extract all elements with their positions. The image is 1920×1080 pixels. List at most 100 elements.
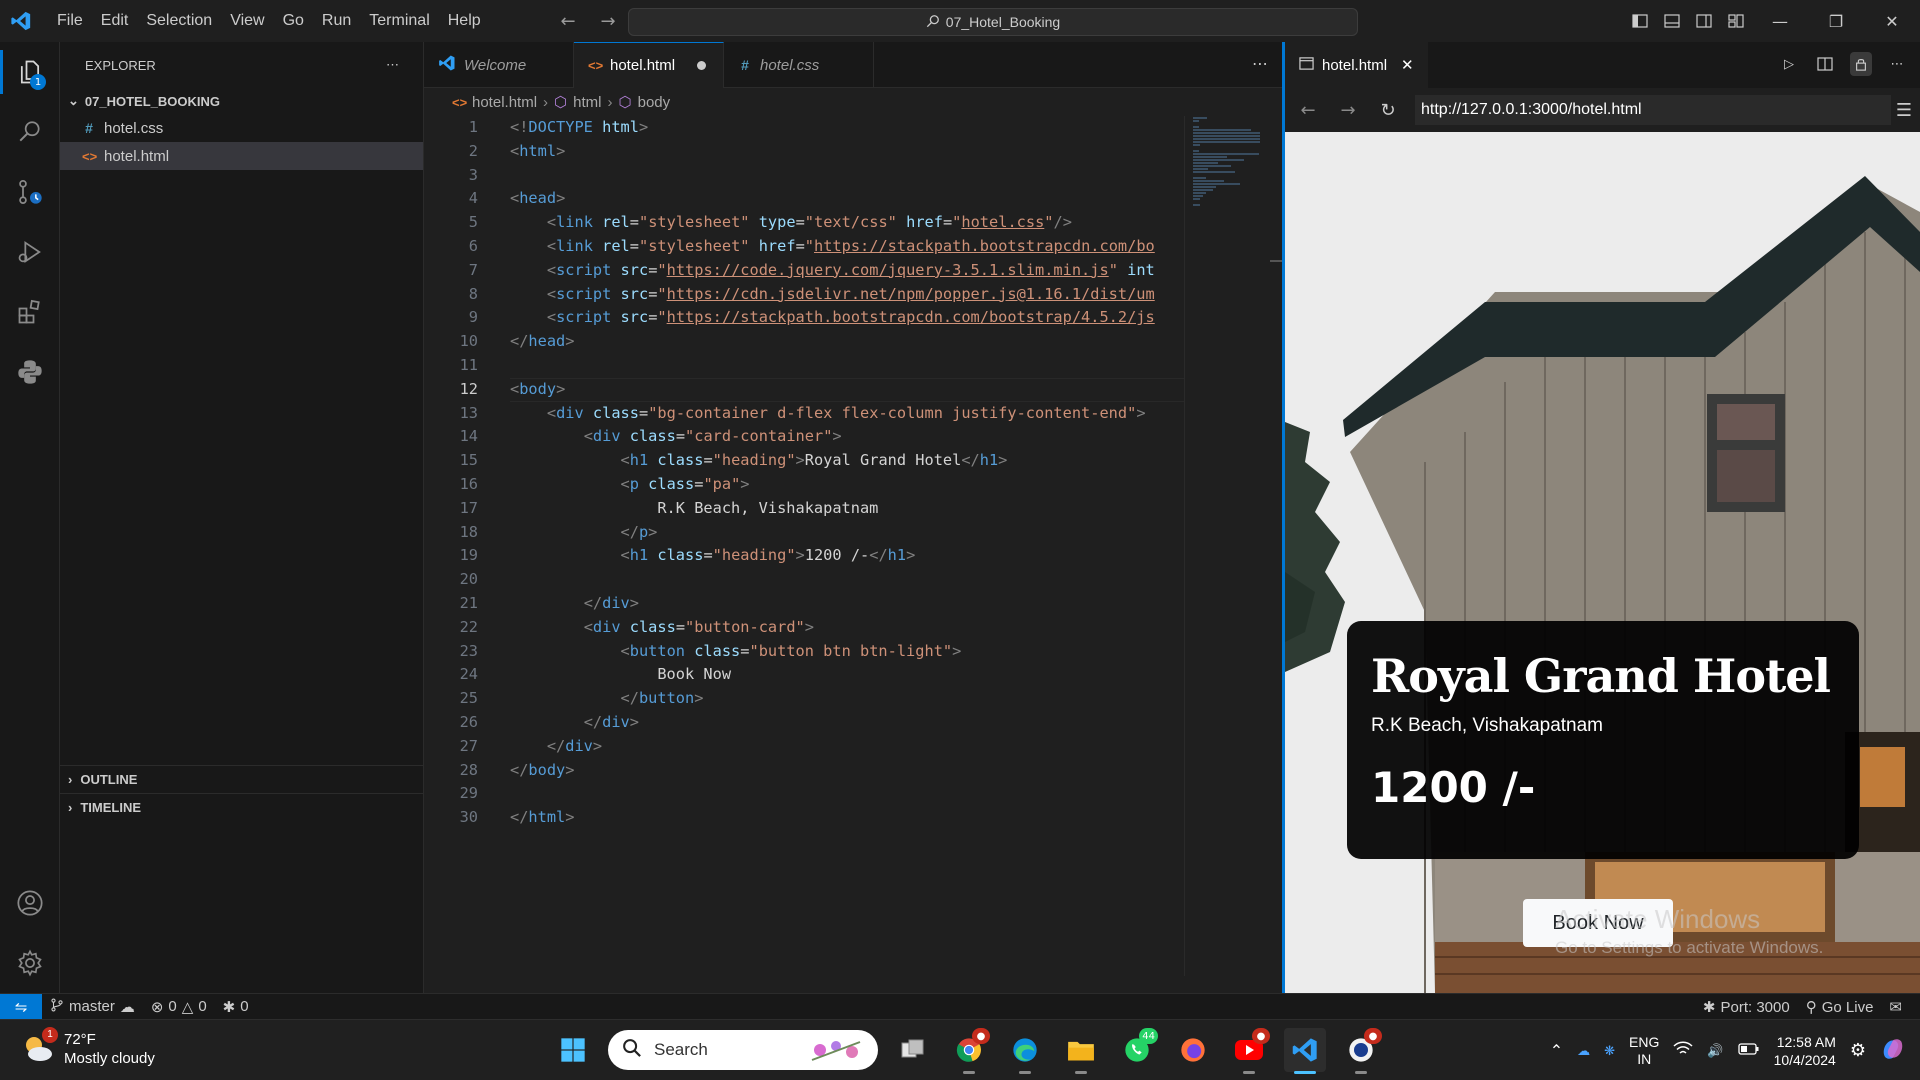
file-explorer-icon[interactable] [1060, 1028, 1102, 1074]
code-line[interactable]: 30 </html> [424, 806, 1184, 830]
code-line[interactable]: 28 </body> [424, 759, 1184, 783]
code-editor[interactable]: 1 <!DOCTYPE html> 2 <html> 3 4 <head> 5 <link r… [424, 116, 1184, 976]
menu-selection[interactable]: Selection [137, 0, 221, 42]
timeline-section[interactable]: › TIMELINE [60, 793, 424, 821]
task-view-icon[interactable] [892, 1028, 934, 1072]
code-line[interactable]: 21 </div> [424, 592, 1184, 616]
close-icon[interactable]: ✕ [1401, 56, 1414, 74]
menu-help[interactable]: Help [439, 0, 490, 42]
code-line[interactable]: 18 </p> [424, 521, 1184, 545]
more-actions-icon[interactable]: ⋯ [1886, 52, 1908, 76]
run-icon[interactable]: ▷ [1778, 52, 1800, 76]
code-line[interactable]: 6 <link rel="stylesheet" href="https://s… [424, 235, 1184, 259]
menu-edit[interactable]: Edit [92, 0, 138, 42]
code-line[interactable]: 22 <div class="button-card"> [424, 616, 1184, 640]
code-line[interactable]: 2 <html> [424, 140, 1184, 164]
copilot-icon[interactable] [1880, 1036, 1906, 1065]
taskbar-search-box[interactable]: Search [608, 1030, 878, 1070]
customize-layout-icon[interactable] [1720, 0, 1752, 42]
wifi-icon[interactable] [1673, 1041, 1693, 1060]
tab-welcome[interactable]: Welcome [424, 42, 574, 88]
code-line[interactable]: 23 <button class="button btn btn-light"> [424, 640, 1184, 664]
code-line[interactable]: 1 <!DOCTYPE html> [424, 116, 1184, 140]
code-line[interactable]: 8 <script src="https://cdn.jsdelivr.net/… [424, 283, 1184, 307]
menu-file[interactable]: File [48, 0, 92, 42]
weather-widget[interactable]: 1 72°F Mostly cloudy [20, 1026, 155, 1068]
folder-header[interactable]: ⌄ 07_HOTEL_BOOKING [60, 88, 423, 114]
menu-go[interactable]: Go [274, 0, 313, 42]
code-line[interactable]: 26 </div> [424, 711, 1184, 735]
lock-icon[interactable] [1850, 52, 1872, 76]
forward-arrow-icon[interactable]: → [596, 8, 620, 34]
minimize-icon[interactable]: — [1752, 0, 1808, 42]
bluetooth-icon[interactable]: ❋ [1604, 1043, 1615, 1059]
branch-indicator[interactable]: master ☁ [42, 998, 143, 1016]
unsaved-dot-icon[interactable] [697, 61, 707, 70]
settings-tray-icon[interactable]: ⚙ [1850, 1040, 1866, 1061]
youtube-icon[interactable]: ● [1228, 1028, 1270, 1074]
battery-icon[interactable] [1737, 1042, 1760, 1059]
code-line[interactable]: 13 <div class="bg-container d-flex flex-… [424, 402, 1184, 426]
tab-actions-more-icon[interactable]: ⋯ [1252, 54, 1268, 73]
whatsapp-icon[interactable]: 44 [1116, 1028, 1158, 1072]
accounts-icon[interactable] [0, 873, 60, 933]
reload-icon[interactable]: ↻ [1375, 100, 1401, 121]
explorer-icon[interactable]: 1 [0, 42, 60, 102]
python-icon[interactable] [0, 342, 60, 402]
code-line[interactable]: 12 <body> [424, 377, 1184, 402]
tab-hotel-html[interactable]: <> hotel.html [574, 42, 724, 88]
settings-gear-icon[interactable] [0, 933, 60, 993]
hamburger-menu-icon[interactable]: ☰ [1896, 100, 1912, 121]
code-line[interactable]: 20 [424, 568, 1184, 592]
file-item-hotel-css[interactable]: # hotel.css [60, 114, 423, 142]
code-line[interactable]: 25 </button> [424, 687, 1184, 711]
vscode-taskbar-icon[interactable] [1284, 1028, 1326, 1074]
scrollbar-indicator[interactable] [1270, 260, 1282, 262]
split-editor-icon[interactable] [1814, 52, 1836, 76]
restore-icon[interactable]: ❐ [1808, 0, 1864, 42]
onedrive-cloud-icon[interactable]: ☁ [1577, 1043, 1590, 1059]
menu-view[interactable]: View [221, 0, 273, 42]
menu-terminal[interactable]: Terminal [360, 0, 438, 42]
code-line[interactable]: 16 <p class="pa"> [424, 473, 1184, 497]
extensions-icon[interactable] [0, 282, 60, 342]
toggle-panel-icon[interactable] [1656, 0, 1688, 42]
ports-indicator[interactable]: ✱ 0 [215, 998, 257, 1016]
url-input[interactable] [1415, 95, 1891, 125]
code-line[interactable]: 9 <script src="https://stackpath.bootstr… [424, 306, 1184, 330]
breadcrumb-item[interactable]: html [573, 94, 601, 111]
close-window-icon[interactable]: ✕ [1864, 0, 1920, 42]
volume-icon[interactable]: 🔊 [1707, 1043, 1723, 1059]
back-arrow-icon[interactable]: ← [556, 8, 580, 34]
minimap[interactable] [1184, 116, 1266, 976]
remote-indicator-icon[interactable]: ⇋ [0, 993, 42, 1020]
code-line[interactable]: 7 <script src="https://code.jquery.com/j… [424, 259, 1184, 283]
command-center[interactable]: 07_Hotel_Booking [628, 8, 1358, 36]
code-line[interactable]: 4 <head> [424, 187, 1184, 211]
code-line[interactable]: 3 [424, 164, 1184, 188]
live-port-indicator[interactable]: ✱ Port: 3000 [1695, 998, 1798, 1017]
language-indicator[interactable]: ENG IN [1629, 1034, 1659, 1068]
preview-back-icon[interactable]: ← [1295, 100, 1321, 121]
search-view-icon[interactable] [0, 102, 60, 162]
code-line[interactable]: 24 Book Now [424, 663, 1184, 687]
outline-section[interactable]: › OUTLINE [60, 765, 424, 793]
breadcrumb-item[interactable]: body [638, 94, 671, 111]
tab-hotel-css[interactable]: # hotel.css [724, 42, 874, 88]
chevron-up-icon[interactable]: ⌃ [1550, 1041, 1563, 1061]
code-line[interactable]: 14 <div class="card-container"> [424, 425, 1184, 449]
file-item-hotel-html[interactable]: <> hotel.html [60, 142, 423, 170]
code-line[interactable]: 11 [424, 354, 1184, 378]
toggle-secondary-sidebar-icon[interactable] [1688, 0, 1720, 42]
source-control-icon[interactable] [0, 162, 60, 222]
firefox-icon[interactable] [1172, 1028, 1214, 1072]
code-line[interactable]: 29 [424, 782, 1184, 806]
run-debug-icon[interactable] [0, 222, 60, 282]
clock[interactable]: 12:58 AM 10/4/2024 [1774, 1033, 1836, 1069]
toggle-primary-sidebar-icon[interactable] [1624, 0, 1656, 42]
code-line[interactable]: 15 <h1 class="heading">Royal Grand Hotel… [424, 449, 1184, 473]
sync-icon[interactable]: ☁ [120, 998, 135, 1016]
breadcrumb-item[interactable]: hotel.html [472, 94, 537, 111]
windows-start-icon[interactable] [552, 1028, 594, 1072]
code-line[interactable]: 10 </head> [424, 330, 1184, 354]
